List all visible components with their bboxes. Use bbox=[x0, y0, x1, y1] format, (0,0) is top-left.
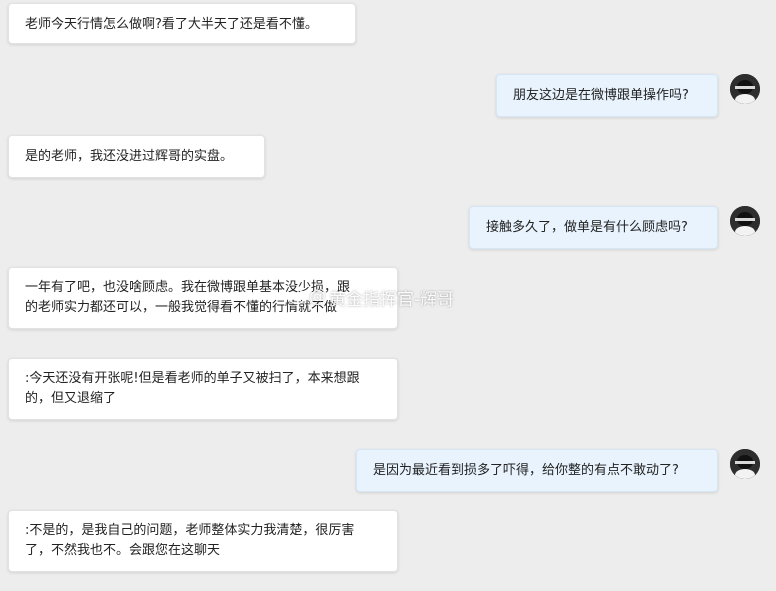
chat-message-sent: 接触多久了，做单是有什么顾虑吗? bbox=[469, 206, 718, 249]
chat-message-received: :不是的，是我自己的问题，老师整体实力我清楚，很厉害 了，不然我也不。会跟您在这… bbox=[8, 510, 398, 572]
avatar-photo-icon bbox=[730, 449, 760, 479]
chat-message-received: 一年有了吧，也没啥顾虑。我在微博跟单基本没少损，跟 的老师实力都还可以，一般我觉… bbox=[8, 267, 398, 329]
avatar-photo-icon bbox=[730, 74, 760, 104]
avatar-photo-icon bbox=[730, 206, 760, 236]
chat-message-received: 老师今天行情怎么做啊?看了大半天了还是看不懂。 bbox=[8, 3, 356, 44]
chat-message-sent: 朋友这边是在微博跟单操作吗? bbox=[496, 74, 718, 117]
chat-message-received: :今天还没有开张呢!但是看老师的单子又被扫了，本来想跟 的，但又退缩了 bbox=[8, 358, 398, 420]
chat-message-sent: 是因为最近看到损多了吓得，给你整的有点不敢动了? bbox=[356, 449, 718, 492]
avatar[interactable] bbox=[730, 74, 760, 104]
chat-message-received: 是的老师，我还没进过辉哥的实盘。 bbox=[8, 135, 265, 178]
avatar[interactable] bbox=[730, 206, 760, 236]
chat-conversation: 老师今天行情怎么做啊?看了大半天了还是看不懂。 朋友这边是在微博跟单操作吗? 是… bbox=[0, 0, 776, 591]
avatar[interactable] bbox=[730, 449, 760, 479]
